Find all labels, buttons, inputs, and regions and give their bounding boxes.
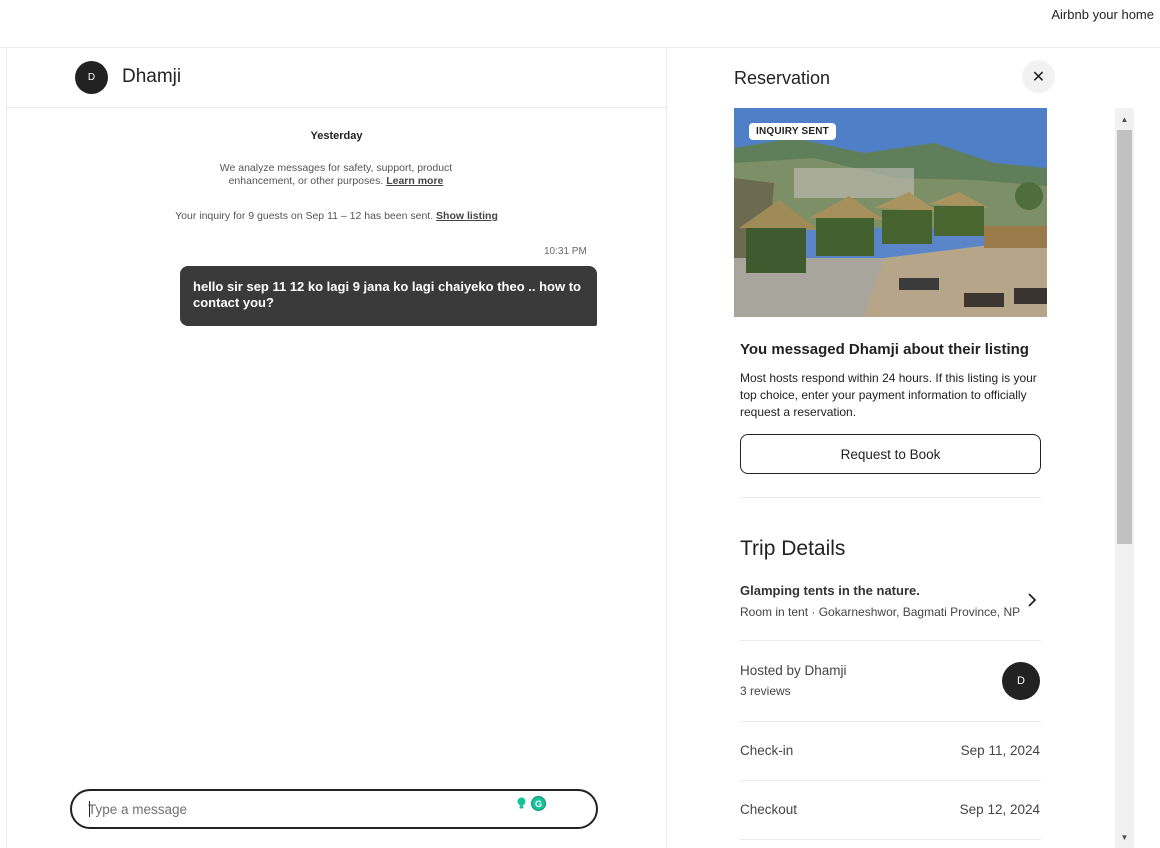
- scroll-down-icon[interactable]: ▼: [1115, 828, 1134, 846]
- airbnb-your-home-link[interactable]: Airbnb your home: [1051, 7, 1154, 22]
- divider: [740, 721, 1041, 722]
- lightbulb-icon[interactable]: [514, 796, 529, 811]
- chevron-right-icon: [1027, 592, 1037, 613]
- host-avatar-large[interactable]: D: [1002, 662, 1040, 700]
- host-name: Dhamji: [122, 66, 182, 87]
- divider: [740, 497, 1041, 498]
- message-composer[interactable]: G: [70, 789, 598, 829]
- scroll-thumb[interactable]: [1117, 130, 1132, 544]
- checkout-label: Checkout: [740, 802, 798, 817]
- reservation-panel: INQUIRY SENT You messaged Dhamji about t…: [734, 108, 1114, 848]
- text-caret: [89, 801, 90, 817]
- scroll-up-icon[interactable]: ▲: [1115, 110, 1134, 128]
- listing-location: Room in tent · Gokarneshwor, Bagmati Pro…: [740, 605, 1021, 619]
- inquiry-status: Your inquiry for 9 guests on Sep 11 – 12…: [7, 210, 666, 222]
- top-bar: Airbnb your home: [0, 0, 1160, 48]
- reservation-header: Reservation ✕: [667, 48, 1160, 108]
- message-input[interactable]: [88, 800, 498, 818]
- safety-notice: We analyze messages for safety, support,…: [207, 162, 465, 188]
- trip-details-heading: Trip Details: [740, 537, 846, 560]
- hosted-by: Hosted by Dhamji: [740, 663, 847, 678]
- message-bubble: hello sir sep 11 12 ko lagi 9 jana ko la…: [180, 266, 597, 326]
- listing-photo[interactable]: INQUIRY SENT: [734, 108, 1047, 317]
- message-timestamp: 10:31 PM: [544, 246, 587, 257]
- chat-panel: D Dhamji Yesterday We analyze messages f…: [7, 48, 667, 848]
- scrollbar[interactable]: ▲ ▼: [1115, 108, 1134, 848]
- learn-more-link[interactable]: Learn more: [386, 175, 443, 187]
- divider: [740, 839, 1041, 840]
- checkin-label: Check-in: [740, 743, 794, 758]
- divider: [740, 780, 1041, 781]
- host-reviews: 3 reviews: [740, 684, 791, 698]
- checkout-value: Sep 12, 2024: [959, 802, 1040, 817]
- messaged-host-body: Most hosts respond within 24 hours. If t…: [740, 371, 1037, 419]
- messaged-host-title: You messaged Dhamji about their listing: [740, 341, 1029, 358]
- inquiry-status-text: Your inquiry for 9 guests on Sep 11 – 12…: [175, 210, 434, 222]
- reservation-title: Reservation: [734, 68, 831, 88]
- checkin-value: Sep 11, 2024: [960, 743, 1040, 758]
- host-avatar[interactable]: D: [75, 61, 108, 94]
- listing-name: Glamping tents in the nature.: [740, 583, 920, 598]
- show-listing-link[interactable]: Show listing: [436, 210, 498, 222]
- day-separator: Yesterday: [310, 130, 363, 142]
- chat-header: D Dhamji: [7, 48, 666, 108]
- divider: [740, 640, 1041, 641]
- grammarly-icon[interactable]: G: [531, 796, 546, 811]
- close-button[interactable]: ✕: [1022, 60, 1055, 93]
- request-to-book-button[interactable]: Request to Book: [740, 434, 1041, 474]
- inquiry-sent-badge: INQUIRY SENT: [749, 123, 836, 140]
- close-icon: ✕: [1031, 68, 1046, 86]
